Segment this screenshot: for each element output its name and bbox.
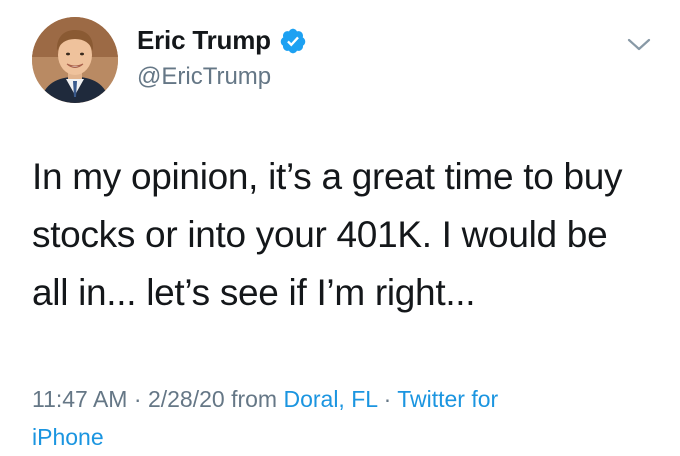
tweet-metadata: 11:47 AM · 2/28/20 from Doral, FL · Twit…	[32, 380, 662, 456]
tweet-card: Eric Trump @EricTrump In my opinion, it’…	[0, 0, 680, 455]
author-handle[interactable]: @EricTrump	[137, 63, 271, 91]
avatar[interactable]	[32, 17, 118, 103]
source-link-continued[interactable]: iPhone	[32, 424, 104, 450]
from-label: from	[224, 386, 284, 412]
author-name-row: Eric Trump	[137, 25, 307, 56]
meta-separator: ·	[377, 386, 398, 412]
source-link[interactable]: Twitter for	[397, 386, 498, 412]
tweet-text-line: all in... let’s see if I’m right...	[32, 272, 476, 313]
tweet-date[interactable]: 2/28/20	[148, 386, 225, 412]
tweet-text-line: stocks or into your 401K. I would be	[32, 214, 608, 255]
verified-badge-icon	[279, 27, 307, 55]
tweet-text: In my opinion, it’s a great time to buy …	[32, 148, 652, 322]
chevron-down-icon[interactable]	[626, 36, 652, 54]
author-display-name[interactable]: Eric Trump	[137, 25, 271, 56]
avatar-image	[32, 17, 118, 103]
tweet-text-line: In my opinion, it’s a great time to buy	[32, 156, 623, 197]
location-link[interactable]: Doral, FL	[283, 386, 377, 412]
tweet-metadata-line-2: iPhone	[32, 418, 662, 456]
tweet-metadata-line-1: 11:47 AM · 2/28/20 from Doral, FL · Twit…	[32, 380, 662, 418]
tweet-time[interactable]: 11:47 AM	[32, 386, 127, 412]
meta-separator: ·	[127, 386, 148, 412]
